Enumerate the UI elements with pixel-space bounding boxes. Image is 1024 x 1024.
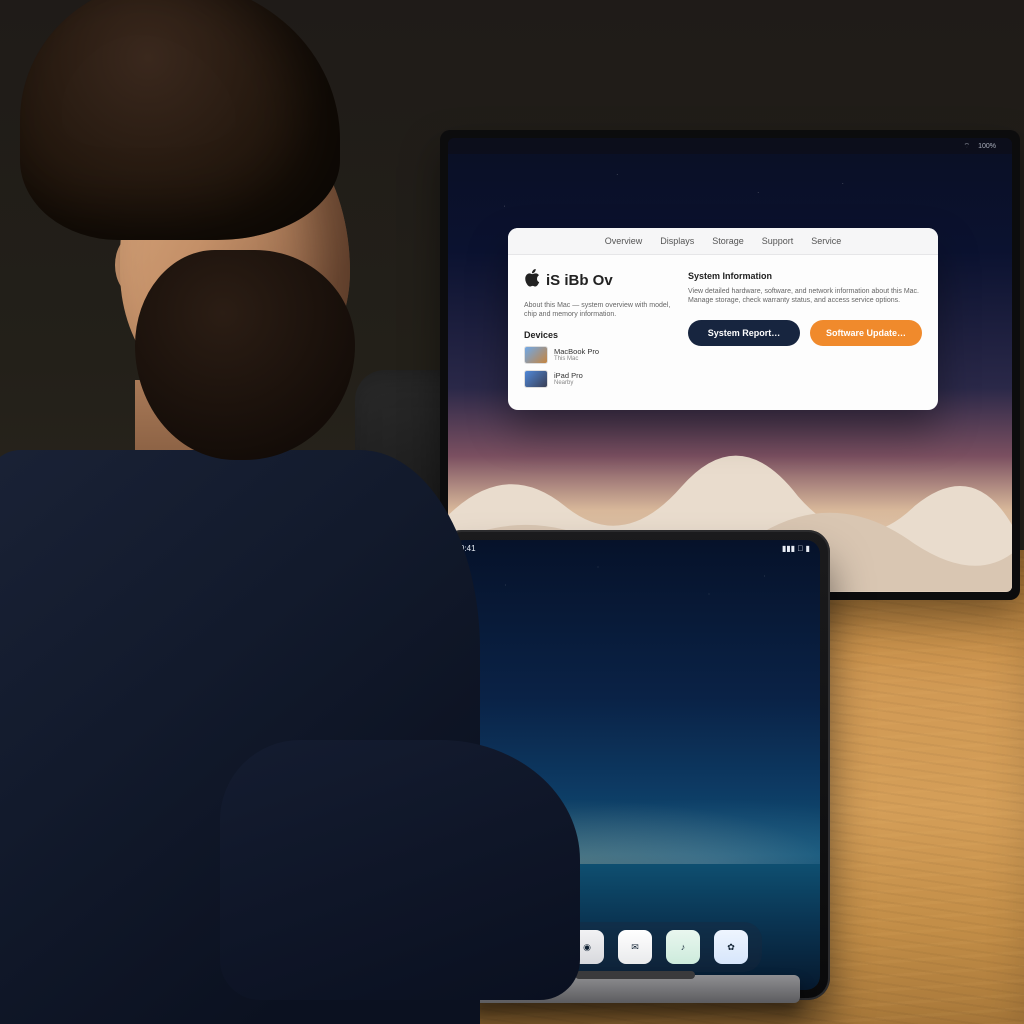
ipad-status-bar: 9:41 ▮▮▮ 􀙇 ▮ bbox=[450, 540, 820, 556]
dialog-body: iS iBb Ov About this Mac — system overvi… bbox=[508, 255, 938, 410]
ipad-status-icons: ▮▮▮ 􀙇 ▮ bbox=[782, 544, 810, 553]
person bbox=[0, 0, 480, 1024]
device-thumb-icon bbox=[524, 370, 548, 388]
right-heading: System Information bbox=[688, 271, 922, 281]
software-update-button[interactable]: Software Update… bbox=[810, 320, 922, 346]
monitor-screen: ⌔ 100% Overview Displays Storage Support… bbox=[448, 138, 1012, 592]
dialog-buttons: System Report… Software Update… bbox=[688, 320, 922, 346]
person-arm bbox=[220, 740, 580, 1000]
device-name: MacBook Pro bbox=[554, 347, 599, 356]
devices-heading: Devices bbox=[524, 330, 674, 340]
apple-logo-icon bbox=[524, 269, 540, 291]
device-sub: Nearby bbox=[554, 380, 583, 386]
wifi-icon[interactable]: ⌔ bbox=[964, 142, 971, 151]
tab-displays[interactable]: Displays bbox=[660, 236, 694, 246]
dock-app-5[interactable]: ✿ bbox=[714, 930, 748, 964]
dock-app-3[interactable]: ✉ bbox=[618, 930, 652, 964]
device-name: iPad Pro bbox=[554, 371, 583, 380]
device-sub: This Mac bbox=[554, 356, 599, 362]
tab-storage[interactable]: Storage bbox=[712, 236, 744, 246]
macos-menubar[interactable]: ⌔ 100% bbox=[448, 138, 1012, 154]
product-name: iS iBb Ov bbox=[546, 272, 613, 289]
person-hair bbox=[20, 0, 340, 240]
tab-service[interactable]: Service bbox=[811, 236, 841, 246]
tab-support[interactable]: Support bbox=[762, 236, 794, 246]
photo-scene: ⌔ 100% Overview Displays Storage Support… bbox=[0, 0, 1024, 1024]
device-row-1[interactable]: MacBook Pro This Mac bbox=[524, 346, 674, 364]
tab-overview[interactable]: Overview bbox=[605, 236, 643, 246]
device-thumb-icon bbox=[524, 346, 548, 364]
dialog-tabs[interactable]: Overview Displays Storage Support Servic… bbox=[508, 228, 938, 255]
product-blurb: About this Mac — system overview with mo… bbox=[524, 301, 674, 320]
person-beard bbox=[135, 250, 355, 460]
device-row-2[interactable]: iPad Pro Nearby bbox=[524, 370, 674, 388]
dialog-right-column: System Information View detailed hardwar… bbox=[688, 269, 922, 394]
about-this-mac-window[interactable]: Overview Displays Storage Support Servic… bbox=[508, 228, 938, 410]
right-blurb: View detailed hardware, software, and ne… bbox=[688, 287, 922, 306]
dialog-left-column: iS iBb Ov About this Mac — system overvi… bbox=[524, 269, 674, 394]
system-report-button[interactable]: System Report… bbox=[688, 320, 800, 346]
dock-app-4[interactable]: ♪ bbox=[666, 930, 700, 964]
battery-status[interactable]: 100% bbox=[978, 143, 996, 150]
product-title: iS iBb Ov bbox=[524, 269, 674, 291]
